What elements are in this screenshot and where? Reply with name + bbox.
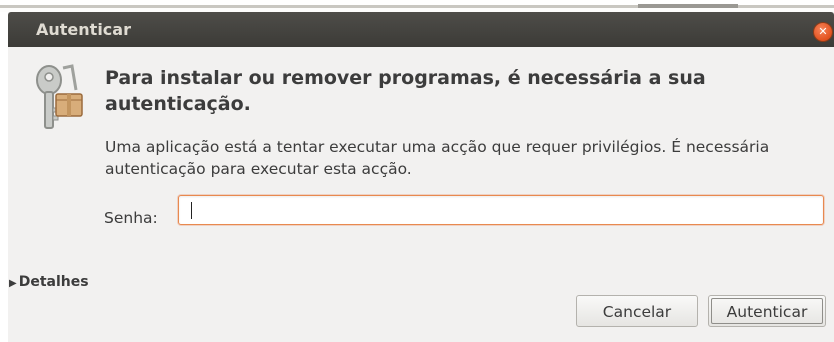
password-label: Senha: [104, 209, 158, 227]
authenticate-button[interactable]: Autenticar [708, 295, 826, 327]
background-window-edge [0, 0, 834, 12]
keys-package-icon [36, 64, 83, 129]
expander-arrow-icon: ▶ [9, 278, 17, 289]
close-button[interactable]: ✕ [814, 23, 832, 41]
password-field[interactable] [178, 195, 824, 225]
cancel-button[interactable]: Cancelar [576, 295, 698, 327]
details-label: Detalhes [18, 274, 89, 290]
dialog-titlebar[interactable]: Autenticar ✕ [8, 12, 834, 47]
dialog-description: Uma aplicação está a tentar executar uma… [105, 138, 770, 178]
text-cursor [191, 202, 192, 219]
authentication-dialog: Autenticar ✕ Para instalar ou remover pr… [8, 12, 834, 342]
background-element [638, 4, 738, 8]
dialog-heading: Para instalar ou remover programas, é ne… [105, 67, 706, 115]
close-icon: ✕ [818, 25, 828, 38]
dialog-title: Autenticar [36, 20, 131, 39]
details-expander[interactable]: ▶ Detalhes [9, 274, 89, 290]
